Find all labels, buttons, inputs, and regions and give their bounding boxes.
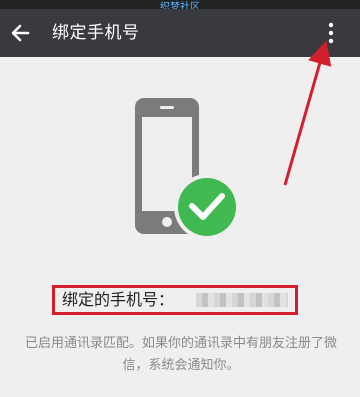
more-vertical-icon	[328, 22, 334, 44]
masked-phone-number	[196, 293, 288, 307]
back-button[interactable]	[6, 19, 34, 47]
bound-phone-label: 绑定的手机号：	[62, 290, 175, 309]
phone-illustration	[135, 98, 240, 240]
arrow-left-icon	[11, 24, 30, 42]
contacts-match-info: 已启用通讯录匹配。如果你的通讯录中有朋友注册了微信，系统会通知你。	[24, 336, 337, 373]
page-title: 绑定手机号	[52, 23, 140, 43]
check-circle-icon	[174, 174, 240, 240]
toolbar: 绑定手机号	[0, 9, 360, 57]
status-bar: 织梦社区	[0, 0, 360, 13]
more-options-button[interactable]	[321, 21, 341, 45]
